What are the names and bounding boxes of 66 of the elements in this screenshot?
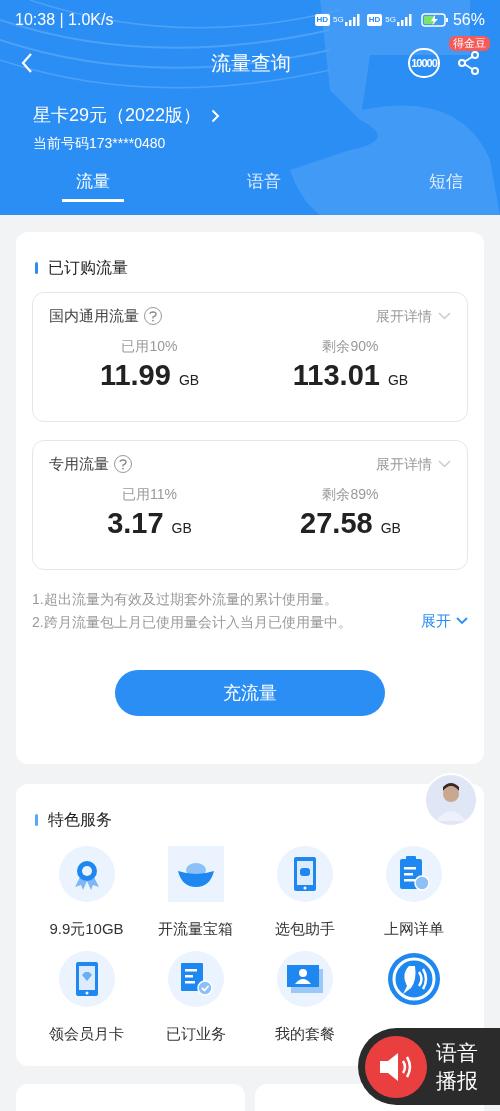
- battery-icon: [420, 13, 449, 27]
- phone-gem-icon: [74, 960, 99, 997]
- expand-details-link[interactable]: 展开详情: [376, 305, 451, 327]
- doc-check-icon: [178, 961, 213, 996]
- tab[interactable]: 短信: [415, 169, 477, 202]
- service-label[interactable]: 选包助手: [274, 918, 335, 941]
- page-title: 流量查询: [210, 51, 291, 76]
- usage-percent: 剩余90%: [322, 336, 379, 356]
- service-label[interactable]: 开流量宝箱: [158, 918, 233, 941]
- expand-details-link[interactable]: 展开详情: [376, 453, 451, 475]
- tab[interactable]: 语音: [233, 169, 295, 202]
- share-icon[interactable]: [458, 51, 480, 75]
- usage-percent: 已用11%: [122, 484, 177, 504]
- section-marker: [35, 262, 38, 274]
- tab[interactable]: 流量: [62, 169, 124, 202]
- section-title: 特色服务: [48, 810, 112, 830]
- chevron-down-icon: [438, 460, 451, 469]
- chevron-down-icon: [456, 616, 468, 625]
- voice-label: 语音: [436, 1039, 478, 1066]
- ingot-icon: [175, 861, 216, 887]
- service-label[interactable]: 9.9元10GB: [49, 918, 124, 941]
- voice-broadcast-button[interactable]: 语音 播报: [358, 1028, 500, 1105]
- service-logo[interactable]: 10000: [408, 48, 440, 78]
- signal-icon: [344, 14, 361, 26]
- signal-icon: [396, 14, 413, 26]
- recharge-button[interactable]: 充流量: [115, 670, 385, 716]
- signal-label: 5G: [385, 14, 396, 26]
- note-text: 1.超出流量为有效及过期套外流量的累计使用量。: [32, 590, 339, 609]
- expand-link[interactable]: 展开: [421, 609, 468, 632]
- unit-label: GB: [387, 370, 409, 390]
- phone-number: 当前号码173****0480: [33, 134, 167, 153]
- chevron-down-icon: [438, 312, 451, 321]
- reward-badge: 得金豆: [449, 36, 490, 51]
- assistant-avatar[interactable]: [424, 773, 478, 827]
- unit-label: GB: [171, 518, 192, 538]
- service-label[interactable]: 上网详单: [383, 918, 444, 941]
- unit-label: GB: [380, 518, 401, 538]
- usage-amount: 11.99: [99, 357, 171, 393]
- usage-amount: 3.17: [107, 505, 164, 541]
- service-label[interactable]: 已订业务: [165, 1022, 226, 1045]
- service-icon-tile[interactable]: [167, 846, 224, 902]
- section-marker: [35, 814, 38, 826]
- section-title: 已订购流量: [48, 258, 128, 278]
- plan-name[interactable]: 星卡29元（2022版）: [33, 102, 202, 129]
- service-icon-tile[interactable]: [385, 950, 442, 1007]
- chevron-right-icon[interactable]: [211, 108, 221, 123]
- speaker-icon: [364, 1034, 428, 1099]
- headset-icon: [386, 951, 441, 1006]
- usage-percent: 已用10%: [121, 336, 178, 356]
- usage-amount: 113.01: [292, 357, 380, 393]
- clipboard-icon: [397, 856, 430, 892]
- pool-name: 国内通用流量: [49, 306, 139, 326]
- status-time: 10:38 | 1.0K/s: [15, 10, 114, 30]
- phone-robot-icon: [292, 856, 317, 892]
- signal-label: 5G: [333, 14, 344, 26]
- service-label[interactable]: 我的套餐: [274, 1022, 335, 1045]
- unit-label: GB: [178, 370, 200, 390]
- contact-card-icon: [284, 963, 325, 994]
- usage-percent: 剩余89%: [322, 484, 379, 504]
- back-icon[interactable]: [20, 52, 34, 74]
- voice-label: 播报: [436, 1067, 478, 1094]
- battery-level: 56%: [452, 10, 485, 30]
- service-label[interactable]: 领会员月卡: [49, 1022, 124, 1045]
- usage-amount: 27.58: [300, 505, 373, 541]
- note-text: 2.跨月流量包上月已使用量会计入当月已使用量中。: [32, 613, 353, 632]
- pool-name: 专用流量: [49, 454, 109, 474]
